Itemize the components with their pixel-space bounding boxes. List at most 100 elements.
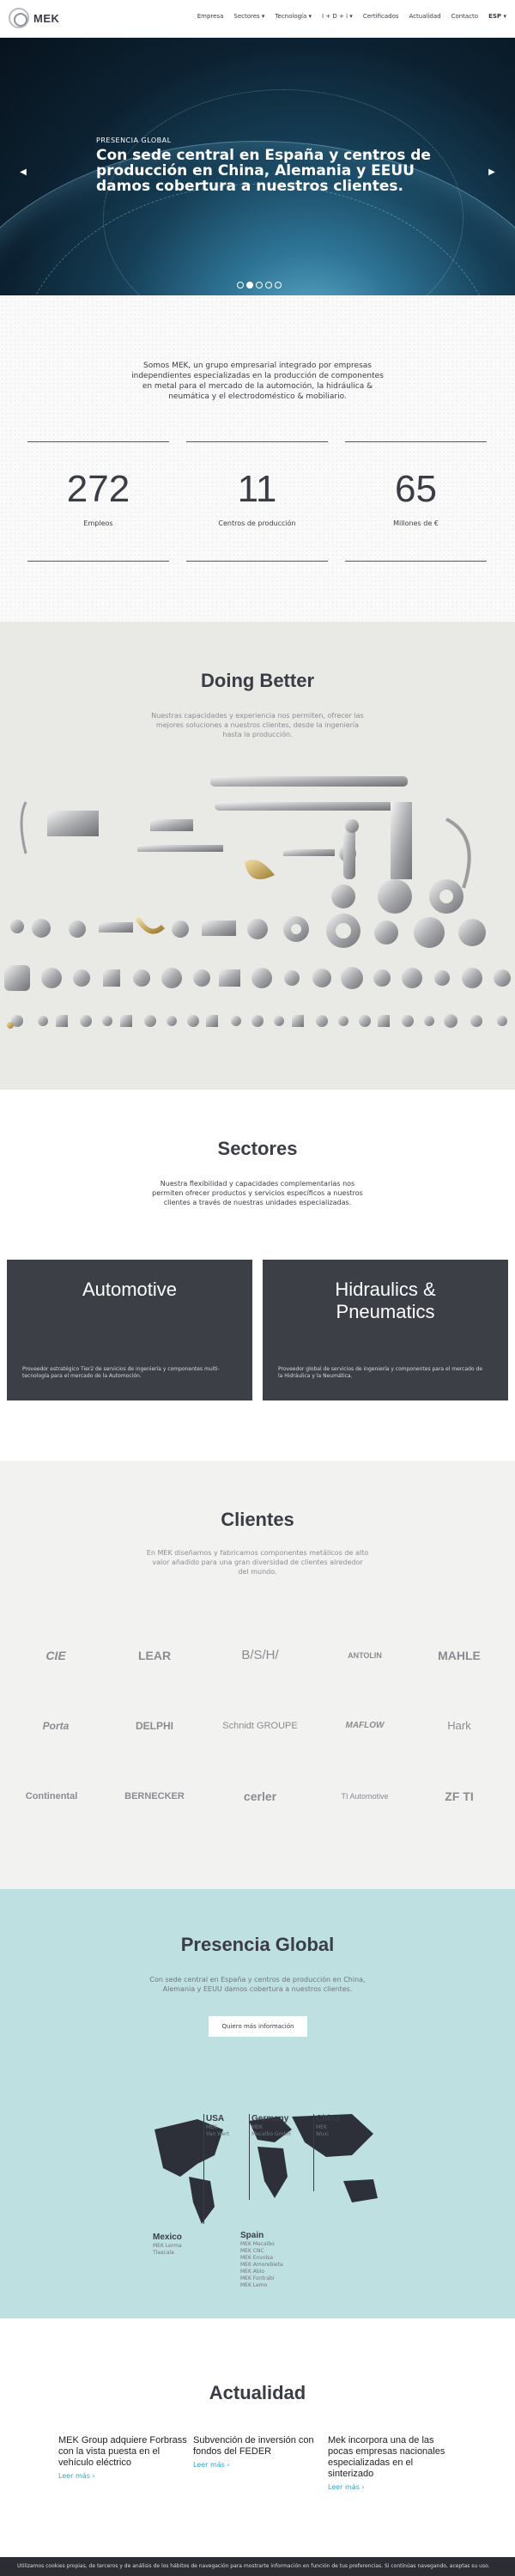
- read-more-link[interactable]: Leer más ›: [193, 2461, 322, 2469]
- stat-label: Millones de €: [393, 519, 439, 527]
- client-logo-antolin: ANTOLIN: [348, 1651, 382, 1660]
- office-name: Mexico: [153, 2233, 182, 2242]
- doing-better-section: Doing Better Nuestras capacidades y expe…: [0, 622, 515, 1090]
- presencia-section: Presencia Global Con sede central en Esp…: [0, 1889, 515, 2318]
- main-nav: Empresa Sectores ▾ Tecnología ▾ I + D + …: [197, 13, 506, 20]
- slider-dot-active[interactable]: [246, 282, 253, 289]
- slider-dots: [237, 282, 282, 289]
- office-line: MEK CNC: [240, 2248, 264, 2254]
- stat-revenue: 65 Millones de €: [345, 441, 487, 562]
- news-item: Mek incorpora una de las pocas empresas …: [328, 2435, 457, 2491]
- marker-line-germany: [249, 2114, 250, 2200]
- office-name: Germany: [251, 2114, 289, 2123]
- client-logo-lear: LEAR: [137, 1649, 172, 1662]
- sector-card-title: Hidraulics & Pneumatics: [335, 1279, 436, 1322]
- office-line: Tlaxcala: [153, 2250, 174, 2256]
- office-name: China: [316, 2114, 340, 2123]
- client-logo-hark: Hark: [447, 1719, 471, 1732]
- cookie-banner: Utilizamos cookies propias, de terceros …: [0, 2557, 515, 2576]
- stat-employees: 272 Empleos: [27, 441, 169, 562]
- client-logo-continental: Continental: [25, 1791, 78, 1801]
- sector-card-automotive[interactable]: Automotive Proveedor estratégico Tier2 d…: [7, 1260, 252, 1400]
- office-line: MEK Envolsa: [240, 2255, 274, 2261]
- client-logo-maflow: MAFLOW: [345, 1721, 385, 1730]
- office-line: Van Wert: [206, 2131, 230, 2137]
- office-name: USA: [206, 2114, 225, 2123]
- stat-value: 11: [237, 468, 277, 510]
- news-title[interactable]: MEK Group adquiere Forbrass con la vista…: [58, 2435, 187, 2469]
- client-logo-ti-automotive: TI Automotive: [341, 1792, 389, 1801]
- sector-card-desc: Proveedor estratégico Tier2 de servicios…: [22, 1366, 220, 1379]
- nav-item-idi[interactable]: I + D + i ▾: [322, 13, 353, 20]
- language-selector[interactable]: ESP ▾: [488, 13, 506, 20]
- office-line: MEK: [251, 2124, 263, 2130]
- stat-value: 272: [66, 468, 130, 510]
- stats-section: Somos MEK, un grupo empresarial integrad…: [0, 295, 515, 622]
- slider-dot[interactable]: [256, 282, 263, 289]
- office-mexico: Mexico MEK Lerma Tlaxcala: [153, 2233, 182, 2257]
- stat-label: Empleos: [83, 519, 113, 527]
- office-line: MEK Abio: [240, 2269, 265, 2275]
- news-title[interactable]: Mek incorpora una de las pocas empresas …: [328, 2435, 457, 2480]
- more-info-button[interactable]: Quiero más información: [209, 2016, 307, 2037]
- presencia-title: Presencia Global: [180, 1934, 335, 1955]
- marker-line-usa: [203, 2114, 204, 2224]
- news-title[interactable]: Subvención de inversión con fondos del F…: [193, 2435, 322, 2458]
- sectores-subtitle: Nuestra flexibilidad y capacidades compl…: [152, 1180, 363, 1206]
- office-spain: Spain MEK Mecalbo MEK CNC MEK Envolsa ME…: [240, 2231, 283, 2289]
- clientes-subtitle: En MEK diseñamos y fabricamos componente…: [146, 1549, 369, 1576]
- slider-dot[interactable]: [275, 282, 282, 289]
- logo[interactable]: MEK: [9, 8, 59, 28]
- client-logo-bsh: B/S/H/: [241, 1648, 279, 1662]
- logo-text: MEK: [33, 11, 60, 25]
- read-more-link[interactable]: Leer más ›: [328, 2483, 457, 2491]
- office-line: MEK Fontrabi: [240, 2275, 275, 2281]
- client-logo-zf: ZF TI: [445, 1789, 474, 1803]
- sector-card-desc: Proveedor global de servicios de ingenie…: [278, 1366, 483, 1379]
- nav-item-tecnologia[interactable]: Tecnología ▾: [275, 13, 312, 20]
- office-line: MEK: [316, 2124, 327, 2130]
- office-germany: Germany MEK Mecalbo GmbH: [251, 2114, 291, 2138]
- metal-parts-image: [4, 776, 511, 1029]
- office-line: MEK Lerma: [153, 2243, 182, 2249]
- doing-better-title: Doing Better: [201, 670, 314, 691]
- office-usa: USA MEK Van Wert: [206, 2114, 229, 2138]
- office-line: Mecalbo GmbH: [251, 2131, 291, 2137]
- sector-card-title: Automotive: [82, 1279, 178, 1300]
- clientes-section: Clientes En MEK diseñamos y fabricamos c…: [0, 1461, 515, 1889]
- office-line: Wuxi: [316, 2131, 329, 2137]
- doing-better-subtitle: Nuestras capacidades y experiencia nos p…: [151, 712, 364, 738]
- news-item: MEK Group adquiere Forbrass con la vista…: [58, 2435, 187, 2480]
- read-more-link[interactable]: Leer más ›: [58, 2472, 187, 2480]
- presencia-subtitle: Con sede central en España y centros de …: [149, 1976, 366, 1993]
- office-line: MEK Amorebieta: [240, 2262, 283, 2268]
- office-name: Spain: [240, 2231, 264, 2240]
- marker-line-china: [313, 2114, 314, 2191]
- client-logo-cerler: cerler: [243, 1789, 277, 1803]
- slider-dot[interactable]: [265, 282, 272, 289]
- nav-item-certificados[interactable]: Certificados: [363, 13, 399, 20]
- chevron-right-icon: ›: [361, 2483, 365, 2491]
- nav-item-contacto[interactable]: Contacto: [451, 13, 479, 20]
- chevron-right-icon: ›: [92, 2472, 95, 2480]
- chevron-right-icon: ›: [227, 2461, 230, 2469]
- office-line: MEK Mecalbo: [240, 2241, 275, 2247]
- logo-mark-icon: [9, 8, 29, 28]
- client-logo-bernecker: BERNECKER: [124, 1791, 185, 1801]
- nav-item-sectores[interactable]: Sectores ▾: [233, 13, 264, 20]
- slider-next-icon[interactable]: ▶: [486, 167, 498, 179]
- sectores-section: Sectores Nuestra flexibilidad y capacida…: [0, 1090, 515, 1461]
- nav-item-actualidad[interactable]: Actualidad: [409, 13, 441, 20]
- sectores-title: Sectores: [217, 1138, 298, 1159]
- hero-slider: PRESENCIA GLOBAL Con sede central en Esp…: [0, 38, 515, 295]
- sector-card-hidraulics[interactable]: Hidraulics & Pneumatics Proveedor global…: [263, 1260, 508, 1400]
- clientes-title: Clientes: [221, 1509, 294, 1530]
- office-line: MEK Lemo: [240, 2282, 268, 2288]
- actualidad-section: Actualidad MEK Group adquiere Forbrass c…: [0, 2318, 515, 2557]
- nav-item-empresa[interactable]: Empresa: [197, 13, 224, 20]
- slider-dot[interactable]: [237, 282, 244, 289]
- site-header: MEK Empresa Sectores ▾ Tecnología ▾ I + …: [0, 0, 515, 38]
- client-logo-porta: Porta: [42, 1720, 70, 1732]
- stat-label: Centros de producción: [218, 519, 296, 527]
- slider-prev-icon[interactable]: ◀: [17, 167, 29, 179]
